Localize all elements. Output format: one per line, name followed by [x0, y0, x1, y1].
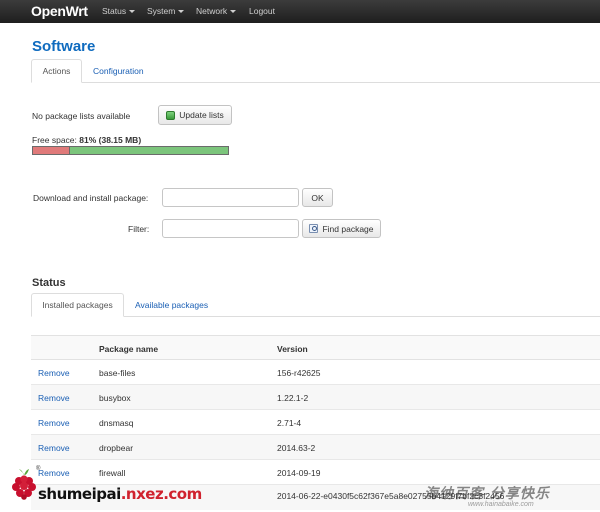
table-row: Remove dnsmasq 2.71-4	[31, 410, 600, 435]
package-name: base-files	[99, 368, 136, 378]
package-lists-status: No package lists available	[32, 111, 131, 121]
update-lists-button[interactable]: Update lists	[158, 105, 232, 125]
table-row: Remove busybox 1.22.1-2	[31, 385, 600, 410]
search-icon	[309, 224, 319, 233]
packages-table-header: Package name Version	[31, 335, 600, 360]
used-space-fill	[33, 147, 71, 154]
tab-available-packages[interactable]: Available packages	[135, 300, 208, 310]
tab-actions[interactable]: Actions	[31, 59, 82, 83]
download-install-label: Download and install package:	[33, 193, 149, 203]
table-row: Remove dropbear 2014.63-2	[31, 435, 600, 460]
package-version: 156-r42625	[277, 368, 321, 378]
free-space-text: Free space: 81% (38.15 MB)	[32, 135, 142, 145]
free-space-bar	[32, 146, 229, 155]
registered-mark: ®	[36, 466, 41, 472]
ok-button[interactable]: OK	[302, 188, 333, 207]
remove-link[interactable]: Remove	[38, 393, 70, 403]
menu-system[interactable]: System	[147, 6, 185, 16]
hainabaike-url: www.hainabaike.com	[468, 501, 534, 508]
package-name: dropbear	[99, 443, 134, 453]
package-version: 1.22.1-2	[277, 393, 309, 403]
find-package-button[interactable]: Find package	[302, 219, 381, 238]
top-navbar: OpenWrt Status System Network Logout	[0, 0, 600, 23]
chevron-down-icon	[129, 10, 136, 13]
tab-configuration[interactable]: Configuration	[93, 66, 144, 76]
column-header-package-name: Package name	[99, 344, 159, 354]
chevron-down-icon	[178, 10, 185, 13]
brand-logo[interactable]: OpenWrt	[31, 3, 88, 19]
chevron-down-icon	[230, 10, 237, 13]
table-row: Remove base-files 156-r42625	[31, 360, 600, 385]
package-version: 2014-09-19	[277, 468, 321, 478]
package-version: 2014.63-2	[277, 443, 316, 453]
package-version: 2.71-4	[277, 418, 302, 428]
remove-link[interactable]: Remove	[38, 418, 70, 428]
package-name: busybox	[99, 393, 131, 403]
watermark-text: shumeipai.nxez.com	[38, 485, 202, 503]
column-header-version: Version	[277, 344, 308, 354]
raspberry-icon	[12, 469, 36, 500]
menu-logout[interactable]: Logout	[249, 6, 275, 16]
download-install-input[interactable]	[162, 188, 299, 207]
status-title: Status	[32, 277, 66, 289]
remove-link[interactable]: Remove	[38, 443, 70, 453]
package-name: dnsmasq	[99, 418, 134, 428]
tabs-divider	[31, 82, 600, 83]
menu-network[interactable]: Network	[196, 6, 237, 16]
filter-label: Filter:	[128, 224, 150, 234]
refresh-icon	[166, 110, 176, 120]
page-title: Software	[32, 38, 96, 55]
menu-status[interactable]: Status	[102, 6, 136, 16]
tab-installed-packages[interactable]: Installed packages	[31, 293, 124, 317]
filter-input[interactable]	[162, 219, 299, 238]
remove-link[interactable]: Remove	[38, 368, 70, 378]
shumeipai-watermark: ® shumeipai.nxez.com	[6, 464, 206, 512]
hainabaike-watermark: 海纳百客 分享快乐	[424, 486, 550, 502]
